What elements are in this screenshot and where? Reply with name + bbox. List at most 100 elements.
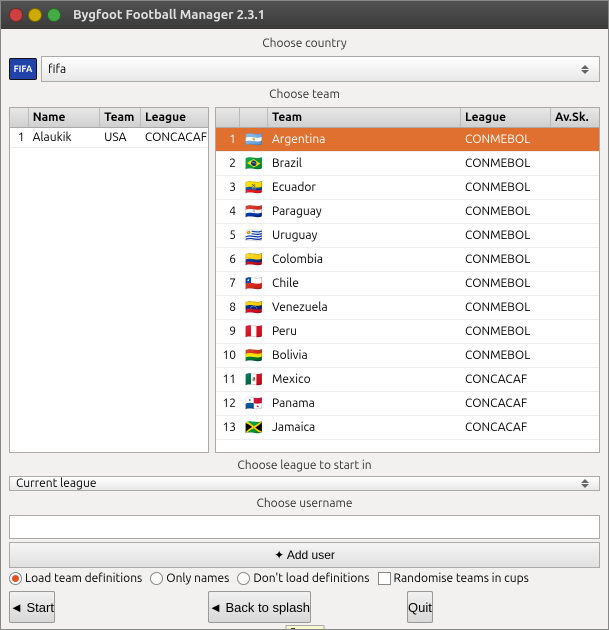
choose-country-label: Choose country: [9, 37, 600, 50]
row-num: 8: [216, 298, 240, 317]
row-team: Chile: [268, 274, 461, 293]
choose-team-label: Choose team: [9, 88, 600, 101]
row-avsk: [551, 377, 599, 383]
left-table-body: 1 Alaukik USA CONCACAF: [10, 128, 208, 452]
table-row[interactable]: 13 🇯🇲 Jamaica CONCACAF: [216, 416, 599, 440]
right-col-avsk: Av.Sk.: [551, 108, 599, 127]
table-row[interactable]: 5 🇺🇾 Uruguay CONMEBOL: [216, 224, 599, 248]
username-section: Choose username ✦ Add user: [9, 495, 600, 568]
row-flag: 🇺🇾: [240, 224, 268, 247]
row-avsk: [551, 305, 599, 311]
checkbox-randomise-teams-label: Randomise teams in cups: [394, 572, 529, 585]
table-row[interactable]: 2 🇧🇷 Brazil CONMEBOL: [216, 152, 599, 176]
window-title: Bygfoot Football Manager 2.3.1: [73, 8, 265, 22]
table-row[interactable]: 1 Alaukik USA CONCACAF: [10, 128, 208, 148]
main-content: Choose country FIFA fifa Choose team Nam…: [1, 29, 608, 629]
row-num: 2: [216, 154, 240, 173]
saved-teams-table: Name Team League 1 Alaukik USA CONCACAF: [9, 107, 209, 453]
radio-load-team-definitions[interactable]: Load team definitions: [9, 572, 142, 585]
checkbox-randomise-teams[interactable]: Randomise teams in cups: [378, 572, 529, 585]
maximize-button[interactable]: [47, 8, 61, 22]
row-num: 5: [216, 226, 240, 245]
row-team: Colombia: [268, 250, 461, 269]
row-num: 4: [216, 202, 240, 221]
row-team: Venezuela: [268, 298, 461, 317]
row-num: 9: [216, 322, 240, 341]
table-row[interactable]: 9 🇵🇪 Peru CONMEBOL: [216, 320, 599, 344]
row-avsk: [551, 281, 599, 287]
league-arrow-icon: [577, 479, 593, 488]
row-avsk: [551, 209, 599, 215]
row-num: 6: [216, 250, 240, 269]
row-flag: 🇨🇱: [240, 272, 268, 295]
quit-button[interactable]: Quit: [407, 591, 433, 623]
select-arrow-icon: [577, 65, 593, 74]
radio-only-names-label: Only names: [166, 572, 229, 585]
row-avsk: [551, 425, 599, 431]
row-flag: 🇵🇪: [240, 320, 268, 343]
radio-dont-load-definitions[interactable]: Don't load definitions: [237, 572, 369, 585]
row-avsk: [551, 137, 599, 143]
row-avsk: [551, 353, 599, 359]
table-row[interactable]: 6 🇨🇴 Colombia CONMEBOL: [216, 248, 599, 272]
back-to-splash-button[interactable]: ◄ Back to splash: [208, 591, 311, 623]
right-table-header: Team League Av.Sk.: [216, 108, 599, 128]
minimize-button[interactable]: [28, 8, 42, 22]
row-name: Alaukik: [29, 128, 101, 147]
row-team: Bolivia: [268, 346, 461, 365]
row-league: CONMEBOL: [461, 226, 551, 245]
row-league: CONCACAF: [461, 418, 551, 437]
start-button[interactable]: ◄ Start: [9, 591, 55, 623]
row-team: USA: [100, 128, 141, 147]
close-button[interactable]: [9, 8, 23, 22]
row-num: 3: [216, 178, 240, 197]
radio-only-names[interactable]: Only names: [150, 572, 229, 585]
country-selector[interactable]: fifa: [41, 56, 600, 82]
league-selector[interactable]: Current league: [9, 476, 600, 491]
row-league: CONMEBOL: [461, 130, 551, 149]
row-team: Mexico: [268, 370, 461, 389]
checkbox-randomise-teams-box: [378, 572, 391, 585]
left-col-name: Name: [29, 108, 101, 127]
row-num: 12: [216, 394, 240, 413]
table-row[interactable]: 7 🇨🇱 Chile CONMEBOL: [216, 272, 599, 296]
table-row[interactable]: 12 🇵🇦 Panama CONCACAF: [216, 392, 599, 416]
row-team: Peru: [268, 322, 461, 341]
username-input[interactable]: [9, 515, 600, 539]
right-col-flag: [240, 108, 268, 127]
right-table-body: 1 🇦🇷 Argentina CONMEBOL 2 🇧🇷 Brazil CONM…: [216, 128, 599, 452]
row-league: CONCACAF: [141, 128, 208, 147]
row-team: Jamaica: [268, 418, 461, 437]
row-flag: 🇯🇲: [240, 416, 268, 439]
table-row[interactable]: 8 🇻🇪 Venezuela CONMEBOL: [216, 296, 599, 320]
titlebar: Bygfoot Football Manager 2.3.1: [1, 1, 608, 29]
row-team: Argentina: [268, 130, 461, 149]
row-avsk: [551, 257, 599, 263]
row-flag: 🇨🇴: [240, 248, 268, 271]
row-flag: 🇵🇾: [240, 200, 268, 223]
country-selector-value: fifa: [48, 63, 577, 76]
row-flag: 🇧🇷: [240, 152, 268, 175]
table-row[interactable]: 10 🇧🇴 Bolivia CONMEBOL: [216, 344, 599, 368]
row-league: CONMEBOL: [461, 274, 551, 293]
choose-username-label: Choose username: [9, 497, 600, 510]
row-avsk: [551, 401, 599, 407]
radio-dont-load-definitions-label: Don't load definitions: [253, 572, 369, 585]
row-num: 11: [216, 370, 240, 389]
table-row[interactable]: 4 🇵🇾 Paraguay CONMEBOL: [216, 200, 599, 224]
quit-btn-container: Quit: [407, 591, 600, 623]
row-league: CONMEBOL: [461, 322, 551, 341]
table-row[interactable]: 11 🇲🇽 Mexico CONCACAF: [216, 368, 599, 392]
row-team: Paraguay: [268, 202, 461, 221]
row-league: CONMEBOL: [461, 154, 551, 173]
table-row[interactable]: 1 🇦🇷 Argentina CONMEBOL: [216, 128, 599, 152]
right-col-team: Team: [268, 108, 461, 127]
add-user-button[interactable]: ✦ Add user: [9, 542, 600, 568]
row-league: CONCACAF: [461, 370, 551, 389]
radio-dont-load-definitions-indicator: [237, 572, 250, 585]
row-avsk: [551, 185, 599, 191]
row-league: CONMEBOL: [461, 346, 551, 365]
table-row[interactable]: 3 🇪🇨 Ecuador CONMEBOL: [216, 176, 599, 200]
left-table-header: Name Team League: [10, 108, 208, 128]
row-team: Ecuador: [268, 178, 461, 197]
